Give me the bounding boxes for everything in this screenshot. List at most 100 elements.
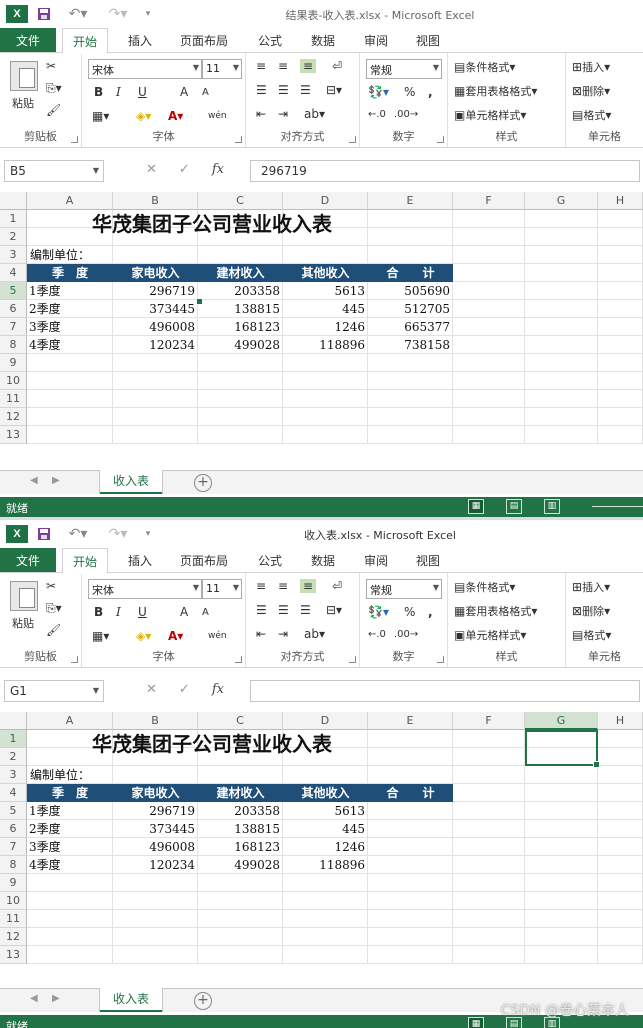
clipboard-launcher-icon[interactable] — [71, 136, 78, 143]
tab-file[interactable]: 文件 — [0, 28, 56, 52]
comma-button[interactable]: , — [428, 85, 433, 99]
column-header-f[interactable]: F — [453, 712, 525, 730]
data-cell[interactable]: 1246 — [283, 318, 368, 336]
data-cell[interactable]: 118896 — [283, 856, 368, 874]
tab-data[interactable]: 数据 — [311, 32, 335, 49]
header-cell-4[interactable]: 合 计 — [368, 264, 453, 282]
row-header-12[interactable]: 12 — [0, 408, 27, 426]
row-header-12[interactable]: 12 — [0, 928, 27, 946]
orientation-icon[interactable]: ab▾ — [304, 627, 325, 641]
font-launcher-icon[interactable] — [235, 656, 242, 663]
percent-button[interactable]: % — [404, 85, 415, 99]
align-top-icon[interactable]: ≡ — [256, 59, 266, 73]
conditional-format-button[interactable]: ▤ 条件格式 ▾ — [454, 579, 515, 595]
data-cell[interactable]: 168123 — [198, 838, 283, 856]
cancel-icon[interactable]: ✕ — [146, 162, 157, 182]
sheet-tab-income[interactable]: 收入表 — [100, 470, 162, 494]
tab-file[interactable]: 文件 — [0, 548, 56, 572]
undo-icon[interactable]: ↶▾ — [66, 5, 90, 23]
paste-button[interactable]: 粘贴 — [12, 95, 34, 111]
header-cell-1[interactable]: 家电收入 — [113, 784, 198, 802]
font-name-select[interactable]: 宋体 ▼ — [88, 579, 202, 599]
align-left-icon[interactable]: ☰ — [256, 603, 267, 617]
data-cell[interactable]: 138815 — [198, 820, 283, 838]
column-header-f[interactable]: F — [453, 192, 525, 210]
normal-view-icon[interactable]: ▦ — [468, 499, 484, 514]
column-header-g[interactable]: G — [525, 192, 598, 210]
row-header-10[interactable]: 10 — [0, 892, 27, 910]
format-painter-icon[interactable]: 🖌 — [46, 103, 61, 117]
data-cell[interactable]: 738158 — [368, 336, 453, 354]
row-header-13[interactable]: 13 — [0, 946, 27, 964]
font-size-select[interactable]: 11 ▼ — [202, 579, 242, 599]
column-header-g[interactable]: G — [525, 712, 598, 730]
cancel-icon[interactable]: ✕ — [146, 682, 157, 702]
data-cell[interactable]: 445 — [283, 300, 368, 318]
format-cells-button[interactable]: ▤ 格式 ▾ — [572, 627, 611, 643]
data-cell[interactable]: 203358 — [198, 802, 283, 820]
delete-cells-button[interactable]: ⊠ 删除 ▾ — [572, 603, 610, 619]
data-cell[interactable]: 496008 — [113, 318, 198, 336]
decrease-indent-icon[interactable]: ⇤ — [256, 627, 266, 641]
formula-input[interactable]: 296719 — [250, 160, 640, 182]
redo-icon[interactable]: ↷▾ — [106, 5, 130, 23]
select-all-corner[interactable] — [0, 192, 27, 210]
align-middle-icon[interactable]: ≡ — [278, 579, 288, 593]
row-header-9[interactable]: 9 — [0, 874, 27, 892]
data-cell[interactable]: 665377 — [368, 318, 453, 336]
formula-input[interactable] — [250, 680, 640, 702]
bold-button[interactable]: B — [94, 605, 103, 619]
accounting-format-icon[interactable]: 💱▾ — [368, 85, 389, 99]
data-cell[interactable]: 499028 — [198, 856, 283, 874]
orientation-icon[interactable]: ab▾ — [304, 107, 325, 121]
data-cell[interactable]: 3季度 — [29, 318, 113, 336]
cell-styles-button[interactable]: ▣ 单元格样式 ▾ — [454, 107, 526, 123]
redo-icon[interactable]: ↷▾ — [106, 525, 130, 543]
header-cell-2[interactable]: 建材收入 — [198, 264, 283, 282]
align-top-icon[interactable]: ≡ — [256, 579, 266, 593]
phonetic-button[interactable]: wén — [208, 631, 227, 641]
row-header-10[interactable]: 10 — [0, 372, 27, 390]
select-all-corner[interactable] — [0, 712, 27, 730]
row-header-5[interactable]: 5 — [0, 282, 27, 300]
unit-label-cell[interactable]: 编制单位： — [30, 246, 150, 264]
data-cell[interactable]: 3季度 — [29, 838, 113, 856]
header-cell-3[interactable]: 其他收入 — [283, 784, 368, 802]
normal-view-icon[interactable]: ▦ — [468, 1017, 484, 1028]
row-header-8[interactable]: 8 — [0, 336, 27, 354]
alignment-launcher-icon[interactable] — [349, 136, 356, 143]
insert-function-button[interactable]: fx — [212, 162, 224, 182]
data-cell[interactable]: 296719 — [113, 802, 198, 820]
align-center-icon[interactable]: ☰ — [278, 83, 289, 97]
conditional-format-button[interactable]: ▤ 条件格式 ▾ — [454, 59, 515, 75]
align-right-icon[interactable]: ☰ — [300, 83, 311, 97]
row-header-11[interactable]: 11 — [0, 390, 27, 408]
row-header-9[interactable]: 9 — [0, 354, 27, 372]
undo-icon[interactable]: ↶▾ — [66, 525, 90, 543]
tab-formulas[interactable]: 公式 — [258, 32, 282, 49]
row-header-1[interactable]: 1 — [0, 210, 27, 228]
active-cell-selection[interactable] — [525, 730, 600, 768]
cut-icon[interactable]: ✂ — [46, 579, 56, 593]
active-cell-selection[interactable] — [112, 282, 203, 305]
number-launcher-icon[interactable] — [437, 656, 444, 663]
data-cell[interactable]: 4季度 — [29, 856, 113, 874]
borders-icon[interactable]: ▦▾ — [92, 629, 109, 643]
tab-formulas[interactable]: 公式 — [258, 552, 282, 569]
shrink-font-button[interactable]: A — [202, 607, 209, 618]
row-header-3[interactable]: 3 — [0, 766, 27, 784]
align-left-icon[interactable]: ☰ — [256, 83, 267, 97]
column-header-e[interactable]: E — [368, 712, 453, 730]
underline-button[interactable]: U — [138, 85, 147, 99]
data-cell[interactable]: 118896 — [283, 336, 368, 354]
tab-view[interactable]: 视图 — [416, 32, 440, 49]
tab-page-layout[interactable]: 页面布局 — [180, 32, 228, 49]
row-header-2[interactable]: 2 — [0, 228, 27, 246]
increase-decimal-icon[interactable]: ←.0 — [368, 109, 386, 120]
worksheet-grid[interactable]: A B C D E F G H 1 2 3 4 5 6 7 8 9 10 11 12 13 华茂集团子公司营业收入表 编制单… — [0, 712, 643, 988]
decrease-decimal-icon[interactable]: .00→ — [394, 109, 418, 120]
save-icon[interactable] — [36, 525, 52, 543]
row-header-6[interactable]: 6 — [0, 300, 27, 318]
add-sheet-icon[interactable]: + — [194, 992, 212, 1010]
customize-qat-icon[interactable]: ▾ — [142, 525, 154, 543]
